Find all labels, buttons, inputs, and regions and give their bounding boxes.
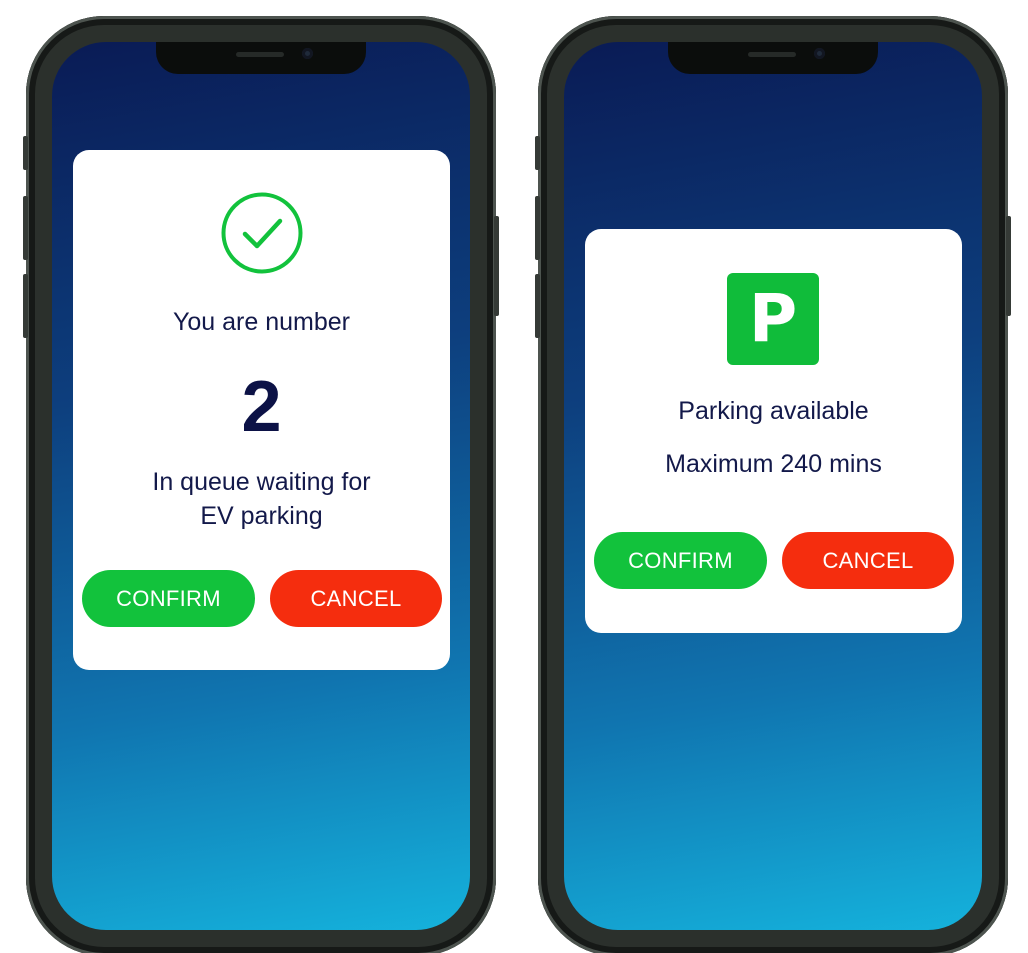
volume-up-button (535, 196, 540, 260)
cancel-button[interactable]: CANCEL (270, 570, 442, 627)
phone-left: You are number 2 In queue waiting for EV… (23, 16, 499, 953)
stage: You are number 2 In queue waiting for EV… (0, 0, 1028, 953)
queue-label: You are number (173, 308, 350, 336)
parking-dialog: P Parking available Maximum 240 mins CON… (585, 229, 962, 633)
phone-screen: You are number 2 In queue waiting for EV… (52, 42, 470, 930)
power-button (494, 216, 499, 316)
queue-number: 2 (241, 367, 282, 447)
notch (156, 42, 366, 74)
phone-screen: P Parking available Maximum 240 mins CON… (564, 42, 982, 930)
queue-message-line1: In queue waiting for (152, 468, 371, 496)
notch (668, 42, 878, 74)
phone-right: P Parking available Maximum 240 mins CON… (535, 16, 1011, 953)
parking-status: Parking available (678, 397, 869, 425)
speaker (748, 52, 796, 57)
cancel-button[interactable]: CANCEL (782, 532, 954, 589)
front-camera (814, 48, 825, 59)
confirm-button[interactable]: CONFIRM (594, 532, 767, 589)
confirm-button[interactable]: CONFIRM (82, 570, 255, 627)
queue-message-line2: EV parking (200, 502, 323, 530)
parking-icon: P (727, 273, 819, 365)
check-circle-icon (221, 192, 303, 274)
volume-up-button (23, 196, 28, 260)
power-button (1006, 216, 1011, 316)
front-camera (302, 48, 313, 59)
mute-switch (535, 136, 540, 170)
speaker (236, 52, 284, 57)
parking-limit: Maximum 240 mins (665, 450, 882, 478)
volume-down-button (535, 274, 540, 338)
queue-dialog: You are number 2 In queue waiting for EV… (73, 150, 450, 670)
mute-switch (23, 136, 28, 170)
volume-down-button (23, 274, 28, 338)
